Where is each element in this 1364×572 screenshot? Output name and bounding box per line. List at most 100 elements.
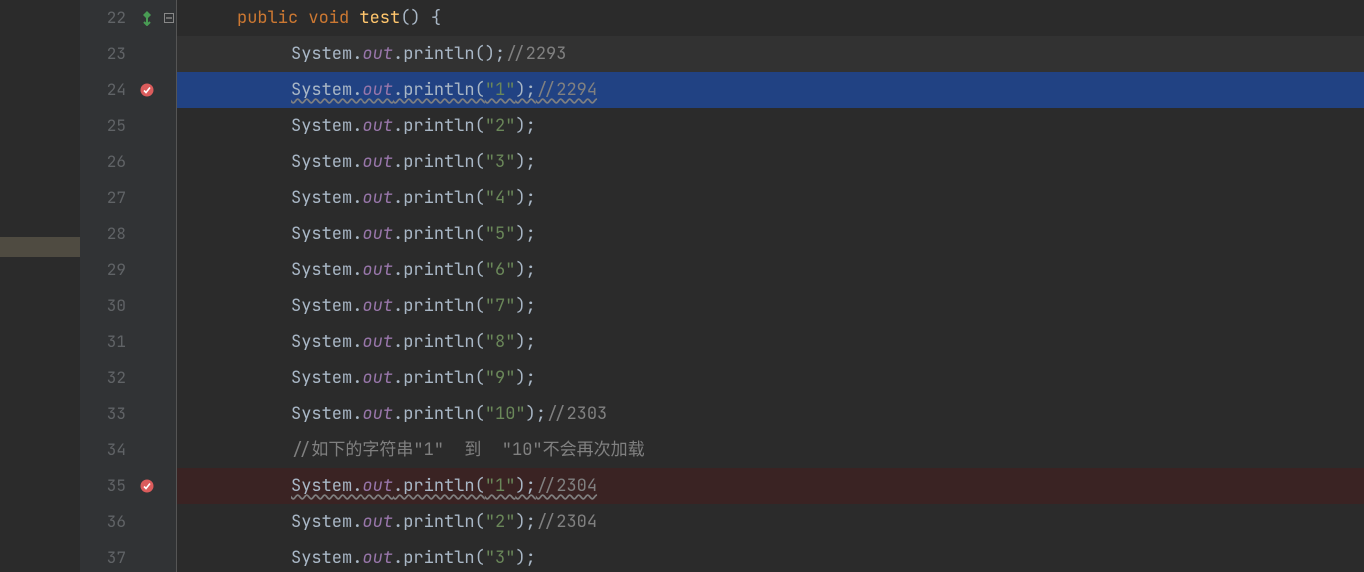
code-line[interactable]: 30 System.out.println("7"); (80, 288, 1364, 324)
token: () { (400, 7, 441, 29)
line-number[interactable]: 35 (80, 468, 132, 504)
token: "1" (485, 475, 516, 497)
sidebar-marker (0, 237, 80, 257)
token: System. (291, 367, 362, 389)
token: "2" (485, 511, 516, 533)
token: out (362, 403, 393, 425)
line-number[interactable]: 29 (80, 252, 132, 288)
code-tokens: System.out.println("4"); (291, 187, 536, 209)
line-number[interactable]: 28 (80, 216, 132, 252)
gutter-empty (132, 108, 162, 144)
token: ); (515, 79, 535, 101)
fold-gutter (162, 252, 177, 288)
line-number[interactable]: 34 (80, 432, 132, 468)
code-text[interactable]: System.out.println("1");//2304 (183, 468, 1364, 504)
code-line[interactable]: 35 System.out.println("1");//2304 (80, 468, 1364, 504)
code-line[interactable]: 23 System.out.println();//2293 (80, 36, 1364, 72)
line-number[interactable]: 31 (80, 324, 132, 360)
fold-gutter (162, 288, 177, 324)
token: out (362, 259, 393, 281)
token: "6" (485, 259, 516, 281)
token: .println( (393, 547, 485, 569)
fold-gutter (162, 360, 177, 396)
gutter-empty (132, 432, 162, 468)
code-line[interactable]: 24 System.out.println("1");//2294 (80, 72, 1364, 108)
line-number[interactable]: 30 (80, 288, 132, 324)
code-line[interactable]: 29 System.out.println("6"); (80, 252, 1364, 288)
code-line[interactable]: 31 System.out.println("8"); (80, 324, 1364, 360)
gutter-empty (132, 360, 162, 396)
token: //如下的字符串"1" 到 "10"不会再次加载 (291, 439, 645, 461)
token: out (362, 331, 393, 353)
code-text[interactable]: //如下的字符串"1" 到 "10"不会再次加载 (183, 432, 1364, 468)
code-text[interactable]: System.out.println("10");//2303 (183, 396, 1364, 432)
code-line[interactable]: 34 //如下的字符串"1" 到 "10"不会再次加载 (80, 432, 1364, 468)
code-line[interactable]: 22 public void test() { (80, 0, 1364, 36)
code-text[interactable]: System.out.println("9"); (183, 360, 1364, 396)
token: //2304 (536, 475, 597, 497)
token: System. (291, 151, 362, 173)
code-text[interactable]: System.out.println("3"); (183, 540, 1364, 572)
token: "2" (485, 115, 516, 137)
breakpoint-icon[interactable] (132, 72, 162, 108)
code-text[interactable]: public void test() { (183, 0, 1364, 36)
fold-gutter (162, 216, 177, 252)
code-tokens: System.out.println("2");//2304 (291, 511, 597, 533)
code-text[interactable]: System.out.println("5"); (183, 216, 1364, 252)
token: "8" (485, 331, 516, 353)
token: "5" (485, 223, 516, 245)
line-number[interactable]: 22 (80, 0, 132, 36)
token: out (362, 223, 393, 245)
code-line[interactable]: 33 System.out.println("10");//2303 (80, 396, 1364, 432)
line-number[interactable]: 36 (80, 504, 132, 540)
token: ); (515, 547, 535, 569)
code-line[interactable]: 25 System.out.println("2"); (80, 108, 1364, 144)
code-text[interactable]: System.out.println("2"); (183, 108, 1364, 144)
fold-toggle-icon[interactable] (162, 0, 177, 36)
gutter-empty (132, 36, 162, 72)
code-text[interactable]: System.out.println("6"); (183, 252, 1364, 288)
code-text[interactable]: System.out.println("7"); (183, 288, 1364, 324)
code-tokens: System.out.println("10");//2303 (291, 403, 607, 425)
line-number[interactable]: 27 (80, 180, 132, 216)
line-number[interactable]: 26 (80, 144, 132, 180)
token: out (362, 367, 393, 389)
token: out (362, 547, 393, 569)
gutter-empty (132, 324, 162, 360)
code-text[interactable]: System.out.println("4"); (183, 180, 1364, 216)
line-number[interactable]: 33 (80, 396, 132, 432)
line-number[interactable]: 25 (80, 108, 132, 144)
gutter-empty (132, 540, 162, 572)
line-number[interactable]: 37 (80, 540, 132, 572)
code-text[interactable]: System.out.println("3"); (183, 144, 1364, 180)
token: ); (515, 475, 535, 497)
token: .println( (393, 367, 485, 389)
token: .println( (393, 79, 485, 101)
gutter-empty (132, 144, 162, 180)
token: out (362, 187, 393, 209)
vcs-change-icon[interactable] (132, 0, 162, 36)
fold-gutter (162, 144, 177, 180)
line-number[interactable]: 24 (80, 72, 132, 108)
code-line[interactable]: 27 System.out.println("4"); (80, 180, 1364, 216)
token: .println( (393, 331, 485, 353)
code-text[interactable]: System.out.println("1");//2294 (183, 72, 1364, 108)
gutter-empty (132, 216, 162, 252)
token: //2303 (546, 403, 607, 425)
breakpoint-icon[interactable] (132, 468, 162, 504)
code-line[interactable]: 32 System.out.println("9"); (80, 360, 1364, 396)
token: ); (515, 187, 535, 209)
code-text[interactable]: System.out.println();//2293 (183, 36, 1364, 72)
line-number[interactable]: 23 (80, 36, 132, 72)
code-line[interactable]: 37 System.out.println("3"); (80, 540, 1364, 572)
code-line[interactable]: 36 System.out.println("2");//2304 (80, 504, 1364, 540)
code-line[interactable]: 26 System.out.println("3"); (80, 144, 1364, 180)
code-text[interactable]: System.out.println("8"); (183, 324, 1364, 360)
code-editor[interactable]: 22public void test() {23System.out.print… (80, 0, 1364, 572)
code-text[interactable]: System.out.println("2");//2304 (183, 504, 1364, 540)
token: out (362, 475, 393, 497)
token: System. (291, 115, 362, 137)
line-number[interactable]: 32 (80, 360, 132, 396)
code-line[interactable]: 28 System.out.println("5"); (80, 216, 1364, 252)
token: "3" (485, 151, 516, 173)
